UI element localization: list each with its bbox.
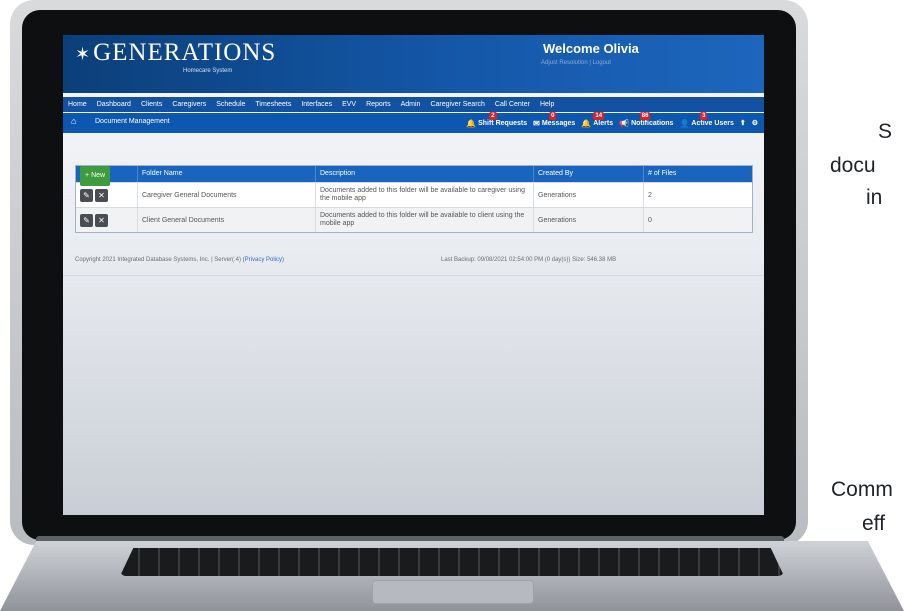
welcome-links[interactable]: Adjust Resolution | Logout <box>541 60 611 66</box>
alerts-badge: 14 <box>593 111 605 120</box>
active-users-link[interactable]: 👤 Active Users 3 <box>679 111 734 128</box>
delete-icon[interactable]: ✕ <box>95 213 108 227</box>
created-by: Generations <box>534 208 644 232</box>
col-file-count[interactable]: # of Files <box>644 166 752 182</box>
col-description[interactable]: Description <box>316 166 534 182</box>
shift-requests-link[interactable]: 🔔 Shift Requests 2 <box>466 111 528 128</box>
user-icon: 👤 <box>679 118 690 128</box>
created-by: Generations <box>534 183 644 207</box>
active-users-label: Active Users <box>691 119 734 127</box>
table-header: + New Folder Name Description Created By … <box>76 166 752 186</box>
logo[interactable]: ✶GENERATIONS <box>75 39 276 67</box>
envelope-icon: ✉ <box>533 118 540 128</box>
row-actions: ✎ ✕ <box>76 183 138 207</box>
content-divider <box>63 275 764 276</box>
privacy-policy-link[interactable]: (Privacy Policy) <box>243 257 284 263</box>
nav-item-call-center[interactable]: Call Center <box>490 97 535 112</box>
sub-toolbar: ⌂ Document Management 🔔 Shift Requests 2… <box>63 111 764 133</box>
breadcrumb: Document Management <box>95 118 170 125</box>
side-text-line: eff <box>862 512 885 535</box>
messages-label: Messages <box>541 119 576 127</box>
messages-badge: 0 <box>549 111 557 120</box>
app-header: ✶GENERATIONS Homecare System Welcome Oli… <box>63 35 764 93</box>
main-nav: Home Dashboard Clients Caregivers Schedu… <box>63 97 764 112</box>
side-text-line: in <box>866 186 883 209</box>
nav-item-timesheets[interactable]: Timesheets <box>250 97 296 112</box>
messages-link[interactable]: ✉ Messages 0 <box>533 111 576 128</box>
welcome-text: Welcome Olivia <box>543 41 639 56</box>
folder-description: Documents added to this folder will be a… <box>316 183 534 207</box>
edit-icon[interactable]: ✎ <box>80 213 93 227</box>
nav-item-dashboard[interactable]: Dashboard <box>92 97 136 112</box>
home-icon[interactable]: ⌂ <box>71 116 76 126</box>
shift-requests-label: Shift Requests <box>478 119 528 127</box>
file-count: 0 <box>648 216 652 224</box>
file-count: 2 <box>648 191 652 199</box>
notifications-link[interactable]: 📢 Notifications 86 <box>619 111 674 128</box>
folder-name-link[interactable]: Client General Documents <box>138 208 316 232</box>
alerts-link[interactable]: 🔔 Alerts 14 <box>581 111 614 128</box>
bell-icon: 🔔 <box>466 118 477 128</box>
notifications-label: Notifications <box>631 119 674 127</box>
logo-text: GENERATIONS <box>93 39 277 66</box>
laptop-keyboard <box>120 548 784 576</box>
gear-icon[interactable]: ⚙ <box>752 119 758 127</box>
bell-icon: 🔔 <box>581 118 592 128</box>
row-actions: ✎ ✕ <box>76 208 138 232</box>
alert-bar: 🔔 Shift Requests 2 ✉ Messages 0 🔔 Alerts… <box>466 111 758 133</box>
nav-item-admin[interactable]: Admin <box>396 97 426 112</box>
megaphone-icon: 📢 <box>619 118 630 128</box>
nav-item-schedule[interactable]: Schedule <box>211 97 250 112</box>
folder-description: Documents added to this folder will be a… <box>316 208 534 232</box>
table-row: ✎ ✕ Client General Documents Documents ad… <box>76 207 752 232</box>
notifications-badge: 86 <box>639 111 651 120</box>
col-created-by[interactable]: Created By <box>534 166 644 182</box>
app-screen: ✶GENERATIONS Homecare System Welcome Oli… <box>63 35 764 515</box>
alerts-label: Alerts <box>593 119 614 127</box>
nav-item-clients[interactable]: Clients <box>136 97 167 112</box>
upload-icon[interactable]: ⬆ <box>740 119 746 127</box>
plus-icon: + <box>85 172 90 179</box>
folder-name-link[interactable]: Caregiver General Documents <box>138 183 316 207</box>
nav-item-interfaces[interactable]: Interfaces <box>296 97 337 112</box>
col-folder-name[interactable]: Folder Name <box>138 166 316 182</box>
nav-item-help[interactable]: Help <box>535 97 559 112</box>
folder-table: + New Folder Name Description Created By … <box>75 165 753 233</box>
copyright-footer: Copyright 2021 Integrated Database Syste… <box>75 257 284 263</box>
logo-subtitle: Homecare System <box>183 68 233 74</box>
new-label: New <box>91 172 106 179</box>
shift-requests-badge: 2 <box>489 111 497 120</box>
new-cell: + New <box>76 166 138 186</box>
active-users-badge: 3 <box>700 111 708 120</box>
copyright-text: Copyright 2021 Integrated Database Syste… <box>75 257 241 263</box>
nav-item-caregivers[interactable]: Caregivers <box>167 97 211 112</box>
side-text-line: Comm <box>831 478 893 501</box>
edit-icon[interactable]: ✎ <box>80 188 93 202</box>
table-row: ✎ ✕ Caregiver General Documents Documents… <box>76 182 752 207</box>
backup-info: Last Backup: 09/08/2021 02:54:00 PM (0 d… <box>441 257 617 263</box>
laptop-trackpad <box>372 580 534 604</box>
nav-item-caregiver-search[interactable]: Caregiver Search <box>425 97 489 112</box>
side-text-line: S <box>878 120 893 143</box>
nav-item-evv[interactable]: EVV <box>337 97 361 112</box>
star-icon: ✶ <box>75 44 92 64</box>
delete-icon[interactable]: ✕ <box>95 188 108 202</box>
nav-item-home[interactable]: Home <box>63 97 92 112</box>
nav-item-reports[interactable]: Reports <box>361 97 396 112</box>
side-text-line: docu <box>830 154 876 177</box>
